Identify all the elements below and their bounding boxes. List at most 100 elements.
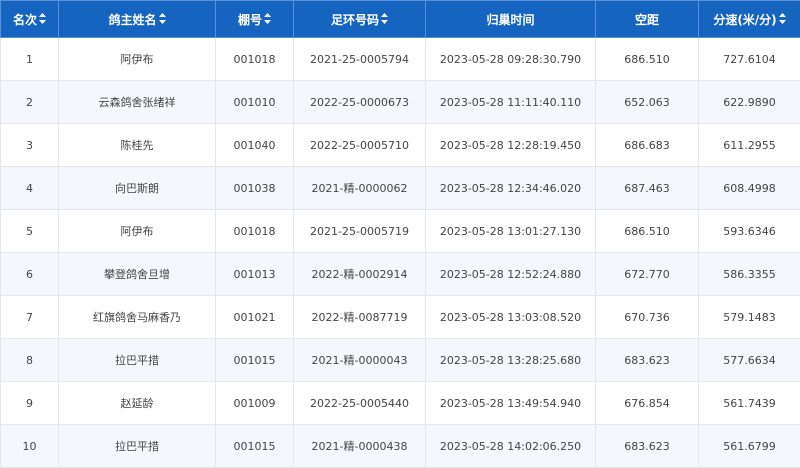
cell-arrival-time: 2023-05-28 12:34:46.020 (425, 166, 596, 210)
column-header-loft-number[interactable]: 棚号 (215, 0, 294, 38)
cell-rank: 1 (0, 37, 59, 81)
header-row: 名次 鸽主姓名 棚号 足环号码 归巢时间 空距 分速(米/分) (0, 0, 800, 38)
cell-distance: 683.623 (595, 424, 699, 468)
cell-arrival-time: 2023-05-28 09:28:30.790 (425, 37, 596, 81)
cell-loft-number: 001038 (215, 166, 294, 210)
cell-speed: 561.6799 (698, 424, 800, 468)
cell-ring-number: 2021-精-0000043 (293, 338, 426, 382)
cell-owner-name: 阿伊布 (58, 209, 216, 253)
cell-owner-name: 攀登鸽舍旦增 (58, 252, 216, 296)
cell-distance: 683.623 (595, 338, 699, 382)
table-row: 10 拉巴平措 001015 2021-精-0000438 2023-05-28 14:… (0, 424, 800, 468)
column-header-rank[interactable]: 名次 (0, 0, 59, 38)
cell-distance: 672.770 (595, 252, 699, 296)
cell-arrival-time: 2023-05-28 13:01:27.130 (425, 209, 596, 253)
cell-loft-number: 001021 (215, 295, 294, 339)
cell-ring-number: 2021-精-0000062 (293, 166, 426, 210)
cell-arrival-time: 2023-05-28 13:49:54.940 (425, 381, 596, 425)
cell-rank: 8 (0, 338, 59, 382)
cell-loft-number: 001040 (215, 123, 294, 167)
cell-loft-number: 001009 (215, 381, 294, 425)
cell-arrival-time: 2023-05-28 11:11:40.110 (425, 80, 596, 124)
table-row: 2 云森鸽舍张绪祥 001010 2022-25-0000673 2023-05-28 … (0, 80, 800, 124)
cell-loft-number: 001018 (215, 209, 294, 253)
column-header-label: 名次 (12, 12, 37, 27)
cell-speed: 579.1483 (698, 295, 800, 339)
sort-updown-icon[interactable] (381, 13, 388, 27)
cell-ring-number: 2021-25-0005719 (293, 209, 426, 253)
cell-ring-number: 2022-精-0087719 (293, 295, 426, 339)
cell-ring-number: 2021-25-0005794 (293, 37, 426, 81)
sort-updown-icon[interactable] (158, 13, 166, 27)
race-results-table: 名次 鸽主姓名 棚号 足环号码 归巢时间 空距 分速(米/分) 1 阿伊布 001018 2021… (0, 0, 800, 468)
table-row: 5 阿伊布 001018 2021-25-0005719 2023-05-28 13:0… (0, 209, 800, 253)
cell-rank: 3 (0, 123, 59, 167)
cell-rank: 4 (0, 166, 59, 210)
cell-speed: 608.4998 (698, 166, 800, 210)
column-header-label: 棚号 (237, 12, 262, 27)
cell-ring-number: 2022-25-0000673 (293, 80, 426, 124)
cell-owner-name: 赵延龄 (58, 381, 216, 425)
sort-updown-icon[interactable] (39, 13, 46, 27)
column-header-label: 归巢时间 (486, 12, 535, 27)
cell-loft-number: 001013 (215, 252, 294, 296)
cell-speed: 611.2955 (698, 123, 800, 167)
cell-ring-number: 2022-25-0005710 (293, 123, 426, 167)
cell-loft-number: 001015 (215, 338, 294, 382)
cell-distance: 670.736 (595, 295, 699, 339)
cell-owner-name: 阿伊布 (58, 37, 216, 81)
cell-distance: 676.854 (595, 381, 699, 425)
cell-arrival-time: 2023-05-28 13:28:25.680 (425, 338, 596, 382)
cell-rank: 9 (0, 381, 59, 425)
column-header-ring-number[interactable]: 足环号码 (293, 0, 426, 38)
column-header-speed[interactable]: 分速(米/分) (698, 0, 800, 38)
cell-speed: 727.6104 (698, 37, 800, 81)
cell-speed: 586.3355 (698, 252, 800, 296)
cell-rank: 10 (0, 424, 59, 468)
cell-arrival-time: 2023-05-28 14:02:06.250 (425, 424, 596, 468)
table-row: 7 红旗鸽舍马麻香乃 001021 2022-精-0087719 2023-05-28 … (0, 295, 800, 339)
table-row: 8 拉巴平措 001015 2021-精-0000043 2023-05-28 13:2… (0, 338, 800, 382)
table-row: 3 陈桂先 001040 2022-25-0005710 2023-05-28 12:2… (0, 123, 800, 167)
table-row: 6 攀登鸽舍旦增 001013 2022-精-0002914 2023-05-28 12… (0, 252, 800, 296)
cell-speed: 577.6634 (698, 338, 800, 382)
cell-speed: 622.9890 (698, 80, 800, 124)
sort-updown-icon[interactable] (264, 13, 271, 27)
column-header-label: 空距 (634, 12, 659, 27)
cell-owner-name: 云森鸽舍张绪祥 (58, 80, 216, 124)
sort-updown-icon[interactable] (778, 13, 786, 27)
column-header-arrival-time: 归巢时间 (425, 0, 596, 38)
column-header-distance: 空距 (595, 0, 699, 38)
cell-rank: 7 (0, 295, 59, 339)
cell-rank: 6 (0, 252, 59, 296)
cell-ring-number: 2022-25-0005440 (293, 381, 426, 425)
cell-rank: 5 (0, 209, 59, 253)
cell-distance: 686.510 (595, 37, 699, 81)
table-body: 1 阿伊布 001018 2021-25-0005794 2023-05-28 09:2… (0, 37, 800, 468)
cell-arrival-time: 2023-05-28 13:03:08.520 (425, 295, 596, 339)
cell-arrival-time: 2023-05-28 12:28:19.450 (425, 123, 596, 167)
table-row: 4 向巴斯朗 001038 2021-精-0000062 2023-05-28 12:3… (0, 166, 800, 210)
table-header: 名次 鸽主姓名 棚号 足环号码 归巢时间 空距 分速(米/分) (0, 0, 800, 38)
table-row: 1 阿伊布 001018 2021-25-0005794 2023-05-28 09:2… (0, 37, 800, 81)
cell-speed: 561.7439 (698, 381, 800, 425)
cell-speed: 593.6346 (698, 209, 800, 253)
cell-distance: 686.683 (595, 123, 699, 167)
column-header-label: 分速(米/分) (713, 12, 777, 27)
cell-rank: 2 (0, 80, 59, 124)
cell-distance: 652.063 (595, 80, 699, 124)
cell-distance: 686.510 (595, 209, 699, 253)
cell-owner-name: 陈桂先 (58, 123, 216, 167)
cell-distance: 687.463 (595, 166, 699, 210)
cell-owner-name: 拉巴平措 (58, 424, 216, 468)
cell-owner-name: 向巴斯朗 (58, 166, 216, 210)
cell-loft-number: 001018 (215, 37, 294, 81)
column-header-label: 鸽主姓名 (108, 12, 157, 27)
cell-loft-number: 001015 (215, 424, 294, 468)
cell-owner-name: 红旗鸽舍马麻香乃 (58, 295, 216, 339)
cell-owner-name: 拉巴平措 (58, 338, 216, 382)
cell-arrival-time: 2023-05-28 12:52:24.880 (425, 252, 596, 296)
cell-ring-number: 2021-精-0000438 (293, 424, 426, 468)
table-row: 9 赵延龄 001009 2022-25-0005440 2023-05-28 13:4… (0, 381, 800, 425)
column-header-owner-name[interactable]: 鸽主姓名 (58, 0, 216, 38)
